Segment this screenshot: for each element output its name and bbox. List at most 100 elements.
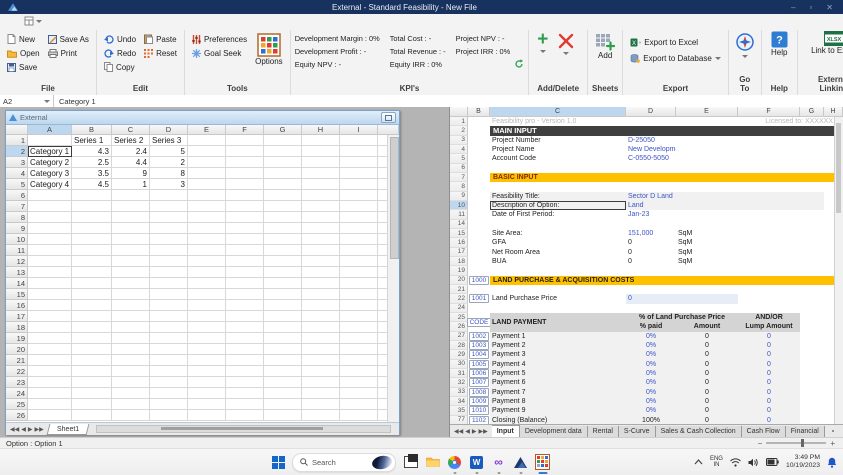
cell[interactable] — [226, 201, 264, 212]
visual-studio-button[interactable]: ∞ — [491, 455, 506, 470]
pct-cell[interactable]: 0% — [626, 332, 676, 341]
cell[interactable] — [302, 278, 340, 289]
cell[interactable] — [302, 245, 340, 256]
lump-cell[interactable]: 0 — [738, 406, 800, 415]
cell[interactable] — [112, 278, 150, 289]
row-header[interactable]: 15 — [6, 289, 28, 300]
paste-button[interactable]: Paste — [141, 32, 180, 46]
cell[interactable] — [302, 366, 340, 377]
zoom-out-button[interactable]: − — [758, 439, 763, 448]
cell[interactable] — [28, 223, 72, 234]
cell[interactable] — [28, 388, 72, 399]
chrome-button[interactable] — [447, 455, 462, 470]
cell[interactable] — [72, 300, 112, 311]
right-vertical-scrollbar[interactable] — [834, 117, 843, 425]
cell[interactable] — [112, 333, 150, 344]
unit-cell[interactable] — [676, 192, 738, 201]
cell[interactable] — [188, 234, 226, 245]
cell[interactable]: 4.5 — [72, 179, 112, 190]
cell[interactable] — [226, 322, 264, 333]
row-header[interactable]: 34 — [450, 397, 468, 406]
select-all-corner[interactable] — [450, 107, 468, 117]
cell[interactable] — [226, 289, 264, 300]
label-cell[interactable]: Payment 5 — [490, 369, 626, 378]
cell[interactable] — [28, 399, 72, 410]
cell[interactable] — [112, 245, 150, 256]
cell[interactable] — [302, 179, 340, 190]
cell[interactable] — [226, 223, 264, 234]
cell[interactable] — [150, 377, 188, 388]
open-button[interactable]: Open — [4, 46, 43, 60]
cell[interactable] — [72, 366, 112, 377]
cell[interactable] — [264, 311, 302, 322]
row-header[interactable]: 6 — [450, 164, 468, 173]
amount-cell[interactable]: 0 — [676, 332, 738, 341]
unit-cell[interactable]: SqM — [676, 229, 738, 238]
cell[interactable] — [264, 135, 302, 146]
first-sheet-button[interactable]: ◀◀ — [454, 428, 463, 435]
row-header[interactable]: 7 — [450, 173, 468, 182]
label-cell[interactable]: Project Name — [490, 145, 626, 154]
cell[interactable] — [264, 267, 302, 278]
cell[interactable] — [112, 289, 150, 300]
clock[interactable]: 3:49 PM 10/19/2023 — [786, 454, 820, 470]
search-box[interactable]: Search — [292, 453, 396, 472]
battery-icon[interactable] — [766, 458, 779, 466]
cell[interactable] — [28, 377, 72, 388]
row-header[interactable]: 13 — [6, 267, 28, 278]
cell[interactable] — [302, 267, 340, 278]
link-to-excel-button[interactable]: XLSX Link to Excel — [808, 30, 843, 56]
cell[interactable] — [340, 388, 378, 399]
cell[interactable] — [264, 344, 302, 355]
cell[interactable] — [150, 355, 188, 366]
row-header[interactable]: 33 — [450, 388, 468, 397]
cell[interactable] — [264, 333, 302, 344]
cell[interactable] — [302, 355, 340, 366]
cell[interactable] — [188, 289, 226, 300]
pct-cell[interactable]: 0% — [626, 388, 676, 397]
row-header[interactable]: 1 — [450, 117, 468, 126]
cell[interactable] — [188, 355, 226, 366]
cell[interactable] — [340, 168, 378, 179]
cell[interactable]: Series 3 — [150, 135, 188, 146]
cell[interactable]: 2 — [150, 157, 188, 168]
column-header[interactable]: A — [28, 125, 72, 135]
cell[interactable] — [72, 278, 112, 289]
cell[interactable] — [264, 234, 302, 245]
row-header[interactable]: 5 — [6, 179, 28, 190]
cell[interactable] — [28, 267, 72, 278]
cell[interactable] — [264, 212, 302, 223]
next-sheet-button[interactable]: ▶ — [28, 426, 33, 433]
cell[interactable]: Category 1 — [28, 146, 72, 157]
cell[interactable] — [302, 234, 340, 245]
cell[interactable] — [302, 300, 340, 311]
cell[interactable] — [226, 179, 264, 190]
cell[interactable] — [28, 278, 72, 289]
cell[interactable] — [72, 212, 112, 223]
cell[interactable] — [72, 289, 112, 300]
lump-cell[interactable]: 0 — [738, 378, 800, 387]
sheet-tab-development-data[interactable]: Development data — [520, 426, 588, 437]
cell[interactable] — [340, 212, 378, 223]
cell[interactable] — [72, 322, 112, 333]
row-header[interactable]: 9 — [450, 192, 468, 201]
cell[interactable] — [188, 201, 226, 212]
notification-bell-icon[interactable] — [827, 457, 837, 468]
cell[interactable] — [188, 311, 226, 322]
pct-cell[interactable]: 0% — [626, 369, 676, 378]
code-link[interactable]: 1002 — [469, 332, 489, 341]
cell[interactable]: 5 — [150, 146, 188, 157]
sheet-tab-input[interactable]: Input — [492, 425, 520, 437]
row-header[interactable]: 21 — [6, 355, 28, 366]
row-header[interactable]: 21 — [450, 285, 468, 294]
cell[interactable] — [112, 234, 150, 245]
cell[interactable] — [226, 388, 264, 399]
select-all-corner[interactable] — [6, 125, 28, 135]
cell[interactable] — [738, 257, 800, 266]
cell[interactable] — [340, 278, 378, 289]
lump-cell[interactable]: 0 — [738, 332, 800, 341]
cell[interactable] — [112, 267, 150, 278]
value-cell[interactable]: 0 — [626, 257, 676, 266]
cell[interactable] — [28, 333, 72, 344]
row-header[interactable]: 25 — [6, 399, 28, 410]
